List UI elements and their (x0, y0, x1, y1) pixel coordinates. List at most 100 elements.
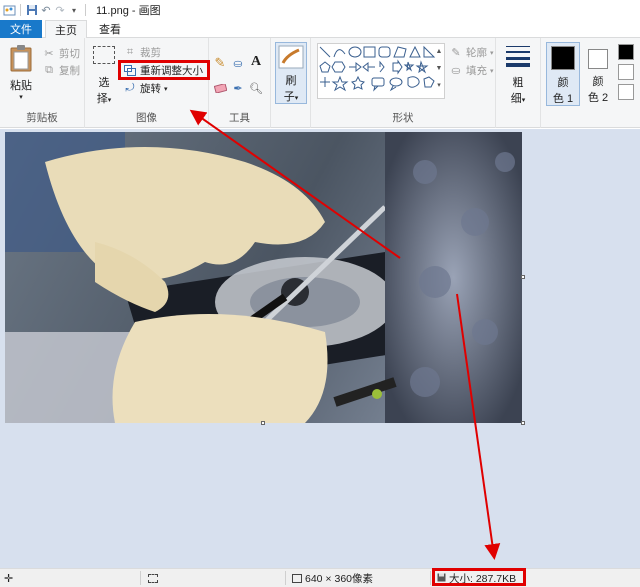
select-button[interactable]: 选 择▾ (91, 46, 117, 105)
select-label-2: 择 (96, 93, 108, 105)
select-label-1: 选 (98, 77, 110, 89)
chevron-down-icon: ▾ (490, 49, 494, 57)
shapes-gallery[interactable] (317, 43, 445, 99)
cut-button[interactable]: ✂ 剪切 (42, 46, 80, 61)
undo-icon[interactable]: ↶ (39, 3, 53, 17)
image-group-label: 图像 (136, 112, 157, 124)
file-size-highlight-box (432, 568, 526, 586)
fill-bucket-icon[interactable]: ⛀ (231, 56, 245, 70)
resize-handle-corner[interactable] (521, 421, 525, 425)
status-bar: ✛ 640 × 360像素 大小: 287.7KB (0, 568, 640, 587)
color-palette (616, 42, 640, 102)
tab-home[interactable]: 主页 (45, 20, 87, 39)
clipboard-icon (10, 45, 32, 72)
pencil-icon[interactable]: ✎ (213, 55, 227, 70)
color-picker-icon[interactable]: ✒ (231, 81, 245, 95)
eraser-icon[interactable] (213, 81, 227, 95)
tools-group-label: 工具 (229, 112, 250, 124)
fill-icon: ⛀ (451, 65, 461, 77)
copy-icon: ⧉ (45, 64, 53, 76)
color1-swatch (551, 46, 575, 70)
brush-icon (278, 45, 304, 69)
clipboard-group: 粘贴 ▾ ✂ 剪切 ⧉ 复制 剪贴板 (0, 38, 85, 128)
size-label-2: 细 (510, 93, 522, 105)
crop-label: 裁剪 (140, 47, 161, 59)
magnifier-icon[interactable]: 🔍︎ (249, 81, 263, 95)
outline-icon: ✎ (451, 47, 461, 59)
crosshair-icon: ✛ (4, 573, 14, 585)
paint-app-icon[interactable] (2, 3, 16, 17)
chevron-down-icon: ▾ (521, 97, 526, 104)
shapes-scroll[interactable]: ▲ ▼ ▾ (433, 43, 445, 99)
selection-icon (148, 574, 158, 583)
image-group: 选 择▾ ⌗ 裁剪 重新调整大小 ⤾ 旋转 ▾ 图像 (85, 38, 209, 128)
palette-swatch[interactable] (618, 64, 634, 80)
line-size-icon (506, 46, 530, 67)
status-separator (285, 571, 286, 585)
redo-icon[interactable]: ↷ (53, 3, 67, 17)
brushes-label-1: 刷 (285, 75, 297, 87)
save-icon[interactable] (25, 3, 39, 17)
chevron-down-icon: ▾ (107, 97, 112, 104)
shapes-gallery-icons (319, 45, 436, 92)
text-icon[interactable]: A (249, 54, 263, 69)
paste-button[interactable]: 粘贴 ▾ (6, 44, 36, 101)
crop-button[interactable]: ⌗ 裁剪 (123, 45, 161, 60)
tab-view[interactable]: 查看 (92, 20, 128, 38)
copy-button[interactable]: ⧉ 复制 (42, 63, 80, 78)
cut-label: 剪切 (59, 48, 80, 60)
tools-group: ✎ ⛀ A ✒ 🔍︎ 工具 (209, 38, 271, 128)
outline-label: 轮廓 (466, 47, 487, 59)
copy-label: 复制 (59, 65, 80, 77)
ribbon-tabs: 文件 主页 查看 (0, 20, 640, 39)
palette-swatch[interactable] (618, 44, 634, 60)
fill-button[interactable]: ⛀ 填充 ▾ (449, 63, 493, 78)
resize-handle-right[interactable] (521, 275, 525, 279)
outline-button[interactable]: ✎ 轮廓 ▾ (449, 45, 494, 60)
image-dimensions: 640 × 360像素 (292, 571, 373, 586)
image-canvas[interactable] (5, 132, 522, 423)
title-separator (20, 4, 21, 16)
selection-rectangle-icon (93, 46, 115, 64)
size-button[interactable]: 粗 细▾ (502, 44, 534, 105)
crop-icon: ⌗ (126, 46, 134, 58)
color2-label-1: 颜 (592, 76, 604, 88)
shapes-group: ▲ ▼ ▾ ✎ 轮廓 ▾ ⛀ 填充 ▾ 形状 (311, 38, 496, 128)
rotate-label: 旋转 (140, 83, 161, 95)
photo-hard-drive-repair (5, 132, 522, 423)
resize-highlight-box (118, 60, 210, 80)
clipboard-group-label: 剪贴板 (26, 112, 58, 124)
fill-label: 填充 (466, 65, 487, 77)
resize-handle-bottom[interactable] (261, 421, 265, 425)
brushes-label-2: 子 (283, 91, 295, 103)
palette-swatch[interactable] (618, 84, 634, 100)
chevron-down-icon: ▾ (294, 95, 299, 102)
rotate-button[interactable]: ⤾ 旋转 ▾ (123, 81, 168, 96)
color1-label-1: 颜 (557, 77, 569, 89)
rotate-icon: ⤾ (125, 82, 135, 94)
color1-label-2: 色 1 (552, 93, 574, 105)
color2-swatch (588, 49, 608, 69)
title-separator (85, 4, 86, 16)
canvas-workspace[interactable] (0, 129, 640, 568)
quick-access-dropdown-icon[interactable]: ▾ (67, 3, 81, 17)
window-title: 11.png - 画图 (96, 5, 161, 17)
status-separator (430, 571, 431, 585)
brushes-button[interactable]: 刷 子▾ (275, 42, 307, 104)
chevron-down-icon: ▾ (164, 85, 168, 93)
color2-button[interactable]: 颜 色 2 (583, 42, 613, 106)
title-bar: ↶ ↷ ▾ 11.png - 画图 (0, 0, 640, 20)
tab-file[interactable]: 文件 (0, 20, 42, 38)
scissors-icon: ✂ (44, 48, 54, 60)
shapes-group-label: 形状 (392, 112, 414, 124)
size-group: 粗 细▾ (496, 38, 541, 128)
cursor-position: ✛ (4, 571, 13, 586)
chevron-down-icon: ▾ (19, 94, 23, 101)
paste-label: 粘贴 (10, 80, 32, 92)
selection-size (148, 571, 158, 586)
color2-label-2: 色 2 (587, 92, 609, 104)
dimensions-icon (292, 574, 302, 583)
brushes-group: 刷 子▾ (271, 38, 311, 128)
color1-button[interactable]: 颜 色 1 (546, 42, 580, 106)
ribbon: 粘贴 ▾ ✂ 剪切 ⧉ 复制 剪贴板 选 择▾ ⌗ 裁剪 重新调整大小 ⤾ 旋转… (0, 38, 640, 128)
